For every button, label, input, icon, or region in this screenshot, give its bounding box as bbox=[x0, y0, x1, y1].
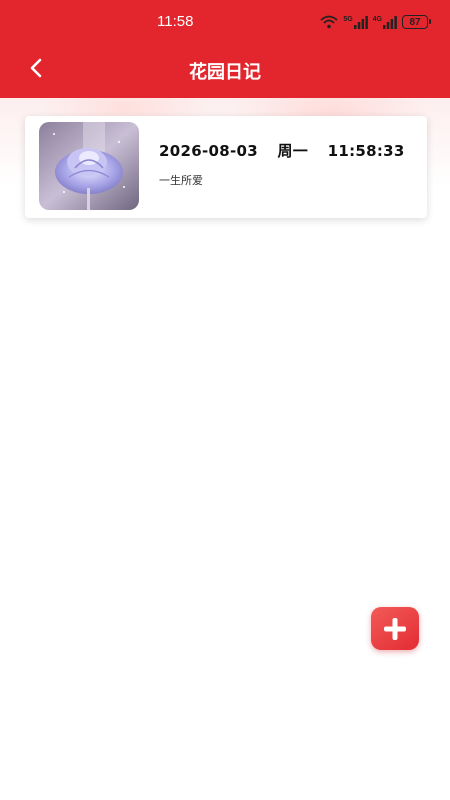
status-time: 11:58 bbox=[157, 13, 194, 30]
plus-icon bbox=[384, 617, 406, 640]
network-4g-label: 4G bbox=[372, 15, 382, 23]
wifi-icon bbox=[320, 15, 338, 29]
app-header: 11:58 5G 4G 87 花园日记 bbox=[0, 0, 450, 98]
status-icons: 5G 4G 87 bbox=[320, 13, 431, 31]
entry-thumbnail[interactable] bbox=[39, 122, 139, 210]
page-title: 花园日记 bbox=[189, 62, 261, 83]
battery-icon: 87 bbox=[402, 15, 431, 29]
rose-image bbox=[39, 122, 139, 210]
add-entry-button[interactable] bbox=[371, 607, 419, 650]
network-5g-label: 5G bbox=[343, 15, 353, 23]
entry-time: 11:58:33 bbox=[327, 142, 405, 160]
signal-4g-icon: 4G bbox=[372, 15, 397, 29]
battery-level: 87 bbox=[409, 16, 421, 28]
status-bar: 11:58 5G 4G 87 bbox=[0, 0, 450, 44]
nav-bar: 花园日记 bbox=[0, 44, 450, 98]
entry-datetime: 2026-08-03 周一 11:58:33 bbox=[159, 140, 405, 161]
signal-5g-icon: 5G bbox=[343, 15, 368, 29]
diary-entry-card[interactable]: 2026-08-03 周一 11:58:33 一生所爱 bbox=[25, 116, 427, 218]
entry-weekday: 周一 bbox=[277, 142, 309, 160]
entry-date: 2026-08-03 bbox=[159, 142, 258, 160]
entry-content: 一生所爱 bbox=[159, 174, 203, 187]
